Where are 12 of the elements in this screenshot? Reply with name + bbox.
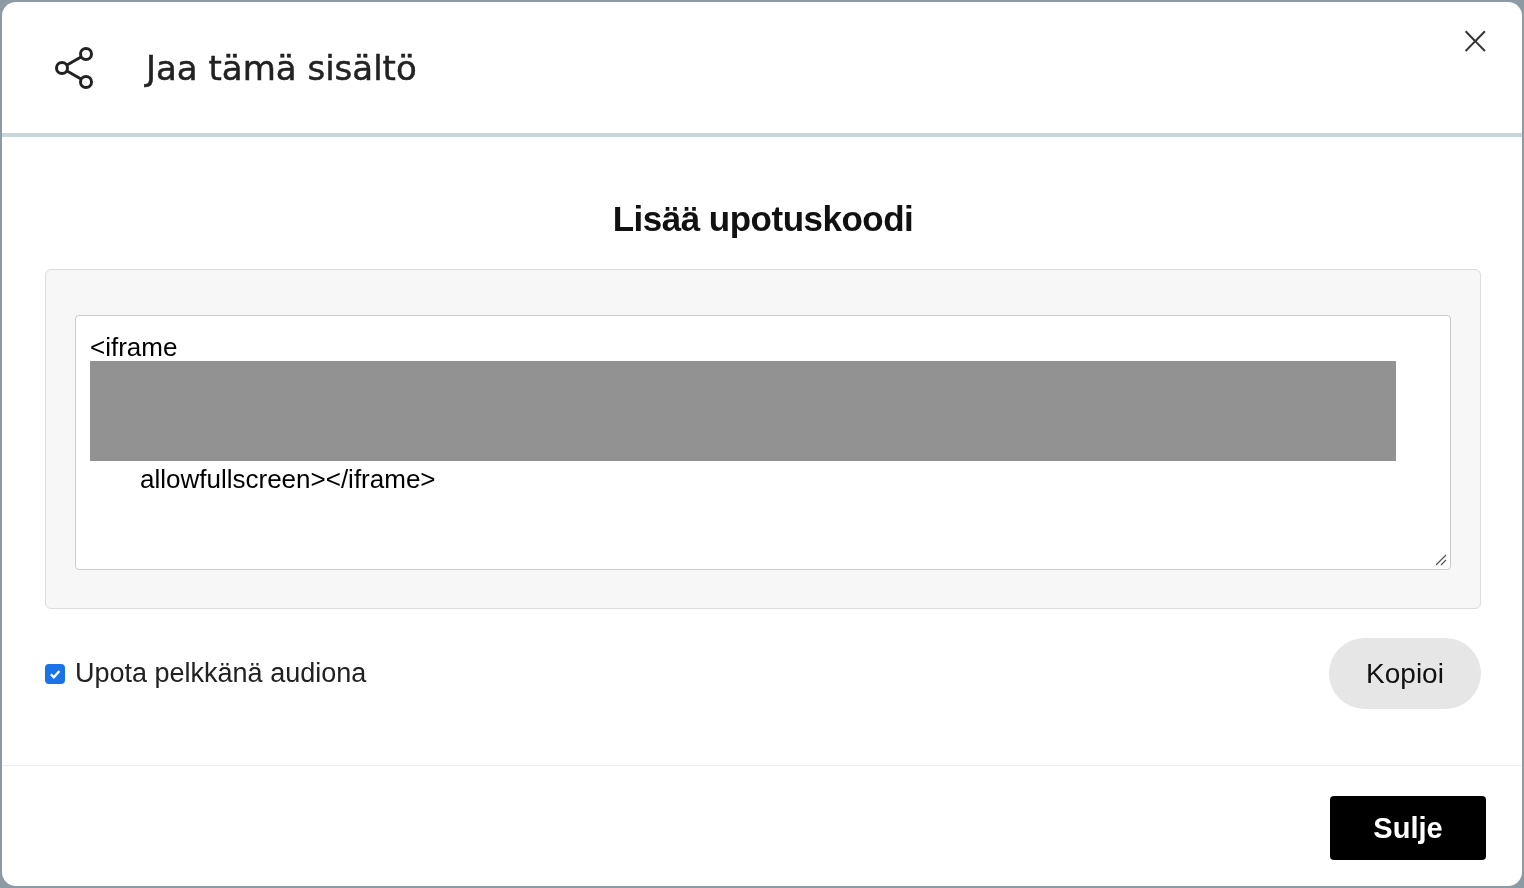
close-dialog-button[interactable]: Sulje bbox=[1330, 796, 1486, 860]
code-line: allowfullscreen></iframe> bbox=[140, 465, 436, 493]
dialog-title: Jaa tämä sisältö bbox=[146, 47, 417, 88]
embed-code-field[interactable]: <iframe allowfullscreen></iframe> bbox=[75, 315, 1451, 570]
section-heading: Lisää upotuskoodi bbox=[611, 199, 915, 239]
checkbox-label: Upota pelkkänä audiona bbox=[75, 658, 367, 689]
audio-checkbox[interactable] bbox=[45, 663, 65, 684]
copy-button[interactable]: Kopioi bbox=[1329, 638, 1481, 709]
share-icon bbox=[52, 45, 96, 90]
code-line: <iframe bbox=[90, 332, 178, 362]
close-button[interactable]: × bbox=[1452, 20, 1498, 60]
resize-handle-icon[interactable] bbox=[1435, 554, 1447, 566]
